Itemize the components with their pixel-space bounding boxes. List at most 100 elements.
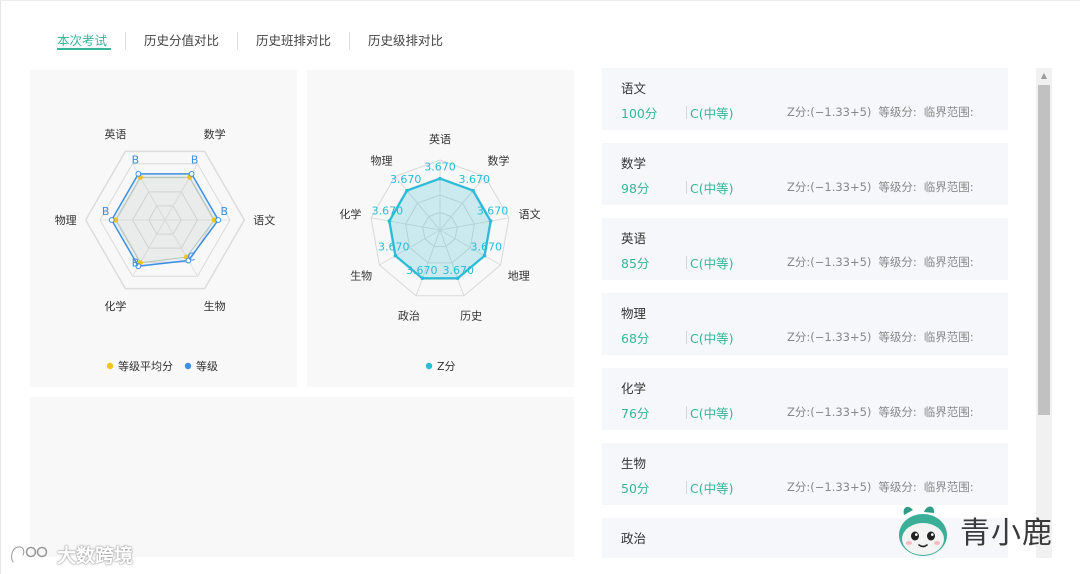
radar-axis-label: 历史 (460, 310, 482, 323)
legend-z-marker (425, 362, 433, 370)
radar-z-point (393, 253, 398, 258)
score-divider (686, 406, 687, 419)
radar-z-point (482, 253, 487, 258)
tab-history-grade-rank[interactable]: 历史级排对比 (350, 32, 461, 50)
subject-level: C(中等) (690, 331, 734, 346)
legend-z-label: Z分 (437, 360, 456, 373)
subject-score: 50分 (621, 481, 650, 496)
watermark-left-text: 大数跨境 (57, 545, 134, 567)
legend-average-marker (106, 362, 114, 370)
grade-score-label: 等级分: (878, 480, 917, 494)
legend-grade-marker (184, 362, 192, 370)
radar-point-label: 3.670 (390, 173, 422, 186)
radar-point-label: 3.670 (378, 241, 410, 254)
z-score-label: Z分:(−1.33+5) (787, 405, 872, 419)
z-score-label: Z分:(−1.33+5) (787, 180, 872, 194)
radar-z-point (471, 188, 475, 193)
radar-z-point (488, 219, 493, 223)
subject-score: 100分 (621, 106, 658, 121)
radar-axis-label: 语文 (253, 213, 275, 227)
watermark-right: 青小鹿 (894, 501, 1053, 559)
radar-point-label: 3.670 (477, 205, 509, 218)
radar-point-label: B (132, 256, 140, 269)
subject-score-list[interactable]: 语文 100分 C(中等) Z分:(−1.33+5) 等级分: 临界范围: 数学 98分 C(中… (602, 68, 1008, 558)
z-score-label: Z分:(−1.33+5) (787, 330, 872, 344)
tab-bar: 本次考试 历史分值对比 历史班排对比 历史级排对比 (57, 29, 461, 53)
qingxiaolu-logo-icon (899, 506, 947, 556)
scroll-up-arrow-icon[interactable]: ▲ (1036, 68, 1052, 84)
subject-name: 化学 (621, 381, 647, 396)
radar-point-label: B (132, 154, 140, 167)
subject-card[interactable]: 物理 68分 C(中等) Z分:(−1.33+5) 等级分: 临界范围: (602, 293, 1008, 355)
subject-name: 数学 (621, 156, 647, 171)
radar-grade-point (108, 217, 115, 223)
radar-point-label: 3.670 (443, 264, 475, 277)
grade-score-label: 等级分: (878, 105, 917, 119)
radar-grade-point (135, 170, 142, 177)
tab-history-score[interactable]: 历史分值对比 (126, 32, 239, 50)
grade-score-label: 等级分: (878, 405, 917, 419)
subject-name: 生物 (621, 456, 647, 471)
subject-score: 68分 (621, 331, 650, 346)
score-divider (686, 331, 687, 344)
subject-card[interactable]: 语文 100分 C(中等) Z分:(−1.33+5) 等级分: 临界范围: (602, 68, 1008, 130)
app-frame: 本次考试 历史分值对比 历史班排对比 历史级排对比 数学 语文 生物 化学 物理 英语 B B… (0, 0, 1080, 574)
subject-name: 物理 (621, 306, 647, 321)
grade-radar-panel: 数学 语文 生物 化学 物理 英语 B B C B B B 等级平均分 等级 (30, 70, 297, 387)
scrollbar[interactable]: ▲ (1036, 68, 1052, 558)
z-score-radar-chart: 英语数学语文地理历史政治生物化学物理 3.6703.6703.6703.6703.… (339, 132, 540, 373)
subject-card[interactable]: 生物 50分 C(中等) Z分:(−1.33+5) 等级分: 临界范围: (602, 443, 1008, 505)
radar-point-label: B (221, 205, 229, 218)
score-divider (686, 256, 687, 269)
z-score-info: Z分:(−1.33+5) 等级分: 临界范围: (787, 254, 981, 270)
critical-range-label: 临界范围: (923, 405, 974, 419)
radar-z-point (387, 219, 392, 223)
radar-axis-label: 物理 (371, 153, 393, 167)
radar-point-label: B (191, 154, 199, 167)
subject-card[interactable]: 英语 85分 C(中等) Z分:(−1.33+5) 等级分: 临界范围: (602, 218, 1008, 280)
radar-axis-label: 化学 (339, 207, 361, 221)
z-score-radar-panel: 英语 数学 语文 地理 历史 政治 生物 化学 物理 3.670 3.670 3.670 3.670 3.… (307, 70, 574, 387)
scrollbar-thumb[interactable] (1038, 85, 1050, 415)
radar-axis-label: 英语 (429, 132, 451, 146)
z-score-label: Z分:(−1.33+5) (787, 105, 872, 119)
z-score-label: Z分:(−1.33+5) (787, 480, 872, 494)
radar-series-z (388, 177, 492, 280)
radar-z-point (405, 188, 409, 193)
subject-score: 98分 (621, 181, 650, 196)
radar-grade-point (215, 217, 222, 223)
subject-level: C(中等) (690, 106, 734, 121)
radar-axis-label: 地理 (508, 270, 530, 283)
subject-level: C(中等) (690, 256, 734, 271)
critical-range-label: 临界范围: (923, 180, 974, 194)
critical-range-label: 临界范围: (923, 480, 974, 494)
empty-chart-panel (30, 397, 574, 557)
grade-score-label: 等级分: (878, 180, 917, 194)
radar-point-label: 3.670 (424, 161, 456, 174)
score-divider (686, 481, 687, 494)
subject-score: 76分 (621, 406, 650, 421)
z-score-label: Z分:(−1.33+5) (787, 255, 872, 269)
radar-point-label: B (102, 205, 110, 218)
radar-point-label: 3.670 (470, 241, 502, 254)
z-score-info: Z分:(−1.33+5) 等级分: 临界范围: (787, 179, 981, 195)
radar-point-label: 3.670 (459, 173, 491, 186)
tab-history-class-rank[interactable]: 历史班排对比 (238, 32, 351, 50)
legend-grade-label: 等级 (196, 359, 218, 373)
critical-range-label: 临界范围: (923, 255, 974, 269)
radar-point-label: C (188, 251, 196, 264)
critical-range-label: 临界范围: (923, 105, 974, 119)
radar-axis-label: 物理 (55, 213, 77, 227)
radar-axis-label: 数学 (204, 127, 226, 141)
radar-z-point (438, 176, 442, 181)
radar-axis-label: 数学 (487, 153, 509, 167)
z-score-info: Z分:(−1.33+5) 等级分: 临界范围: (787, 479, 981, 495)
critical-range-label: 临界范围: (923, 330, 974, 344)
subject-level: C(中等) (690, 181, 734, 196)
grade-score-label: 等级分: (878, 330, 917, 344)
subject-name: 英语 (621, 231, 647, 246)
z-score-info: Z分:(−1.33+5) 等级分: 临界范围: (787, 404, 981, 420)
subject-card[interactable]: 数学 98分 C(中等) Z分:(−1.33+5) 等级分: 临界范围: (602, 143, 1008, 205)
radar-axis-label: 化学 (104, 299, 126, 313)
subject-card[interactable]: 化学 76分 C(中等) Z分:(−1.33+5) 等级分: 临界范围: (602, 368, 1008, 430)
